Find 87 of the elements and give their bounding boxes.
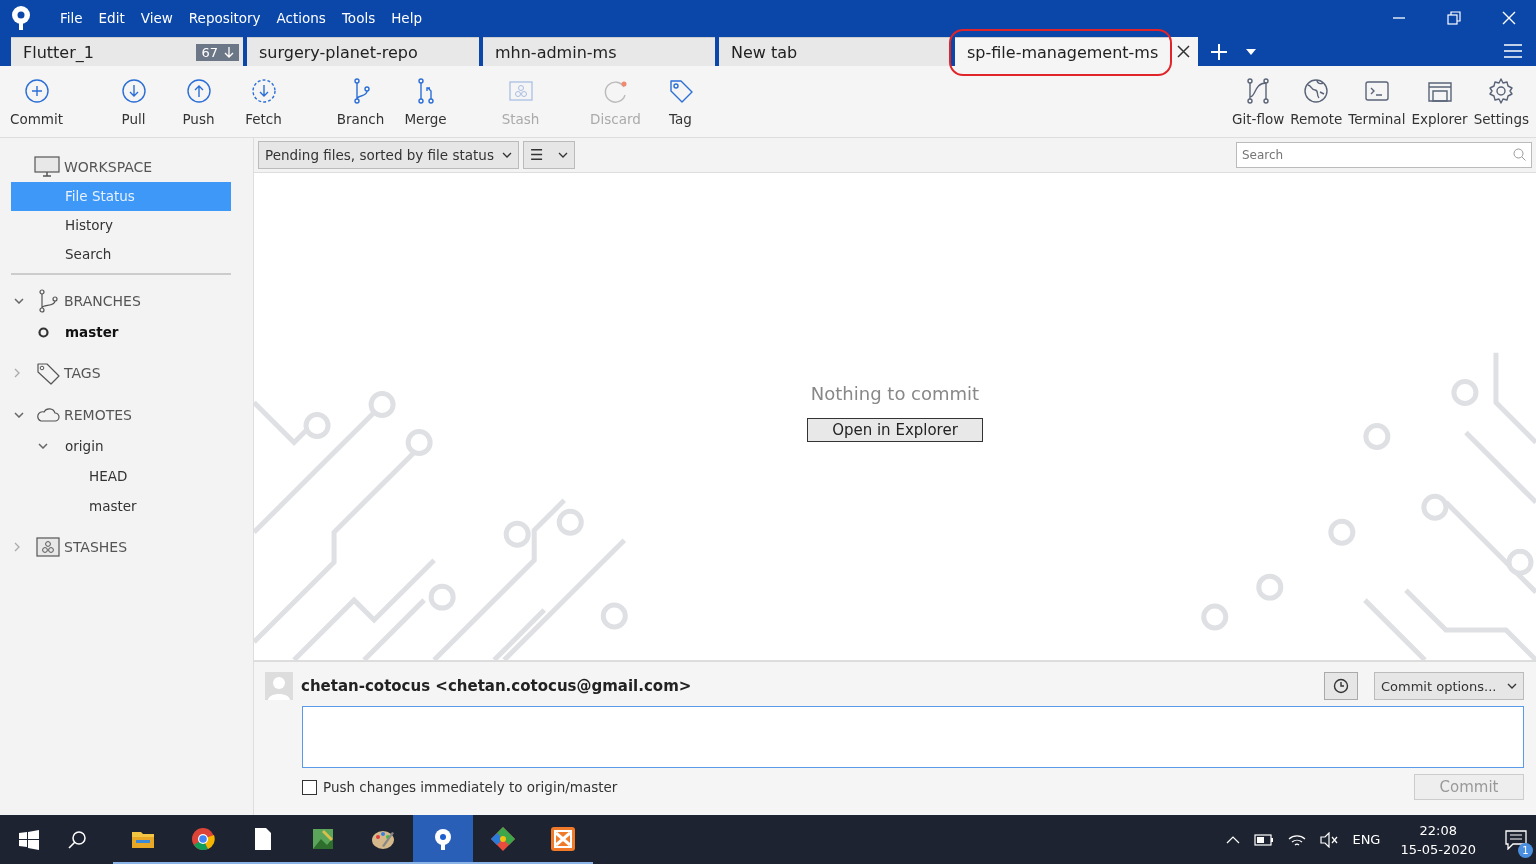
open-in-explorer-button[interactable]: Open in Explorer [807, 418, 983, 442]
toolbar-button[interactable]: Tag [648, 76, 713, 127]
remote-name[interactable]: origin [65, 438, 104, 454]
menu-item[interactable]: View [132, 10, 181, 26]
dropdown-icon [1246, 49, 1257, 55]
chevron-down-icon [1507, 683, 1517, 689]
chevron-down-icon[interactable] [14, 298, 24, 304]
repo-tab[interactable]: mhn-admin-ms [483, 37, 715, 66]
count-badge: 67 [196, 43, 239, 61]
toolbar-button[interactable]: Explorer [1408, 76, 1471, 127]
checkbox[interactable] [302, 779, 317, 795]
toolbar-button[interactable]: Branch [328, 76, 393, 127]
menu-item[interactable]: Edit [90, 10, 133, 26]
menu-item[interactable]: File [52, 10, 91, 26]
server-logo-icon [550, 825, 576, 852]
restore-icon [1447, 11, 1461, 25]
section-title[interactable]: STASHES [64, 539, 128, 555]
windows-start-icon [19, 829, 39, 850]
add-circle-icon [22, 76, 51, 105]
chevron-down-icon[interactable] [38, 443, 48, 449]
toolbar-button[interactable]: Commit [4, 76, 69, 127]
menu-item[interactable]: Help [383, 10, 430, 26]
toolbar-button[interactable]: Merge [393, 76, 458, 127]
clock-icon [1333, 678, 1349, 694]
sort-dropdown[interactable]: Pending files, sorted by file status [258, 141, 519, 169]
tag-icon [36, 361, 62, 385]
branch-icon [36, 289, 60, 313]
notification-count: 1 [1518, 843, 1533, 858]
search-icon [1513, 148, 1526, 161]
section-title[interactable]: REMOTES [64, 407, 132, 423]
section-title[interactable]: BRANCHES [64, 293, 141, 309]
toolbar-button[interactable]: Pull [101, 76, 166, 127]
up-arrow-circle-icon [184, 76, 213, 105]
toolbar-button[interactable]: Terminal [1345, 76, 1409, 127]
branch-name[interactable]: master [65, 324, 119, 340]
menu-icon [1504, 44, 1522, 58]
repo-tab[interactable]: sp-file-management-ms [955, 37, 1169, 66]
monitor-icon [34, 156, 60, 178]
chevron-down-icon [501, 152, 512, 158]
menu-item[interactable]: Repository [180, 10, 269, 26]
close-icon [1502, 11, 1516, 25]
search-field[interactable]: Search [1236, 142, 1532, 168]
history-button[interactable] [1324, 672, 1358, 700]
toolbar-button[interactable]: Push [166, 76, 231, 127]
menu-item[interactable]: Actions [268, 10, 334, 26]
clock-date[interactable]: 15-05-2020 [1400, 839, 1476, 859]
view-dropdown[interactable]: ☰ [522, 141, 575, 169]
stash-box-icon [36, 537, 60, 557]
diamond-logo-icon [490, 825, 516, 852]
chevron-down-icon[interactable] [14, 412, 24, 418]
close-icon [1176, 45, 1190, 58]
down-arrow-circle-icon [119, 76, 148, 105]
remote-branch[interactable]: HEAD [89, 468, 128, 484]
down-arrow-icon [224, 46, 234, 58]
search-icon [67, 829, 87, 850]
avatar-icon [265, 672, 293, 700]
checkbox-label: Push changes immediately to origin/master [323, 779, 618, 795]
muted-speaker-icon [1320, 831, 1339, 848]
repo-tab[interactable]: Flutter_1 67 [11, 37, 243, 66]
toolbar-button[interactable]: Fetch [231, 76, 296, 127]
chevron-up-icon [1226, 835, 1241, 844]
cloud-icon [36, 406, 60, 424]
sidebar-item[interactable]: Search [11, 240, 231, 269]
app-logo-icon [10, 5, 32, 31]
add-tab-icon [1210, 43, 1229, 61]
empty-message: Nothing to commit [810, 383, 980, 404]
battery-icon [1254, 833, 1275, 846]
taskbar-app[interactable] [413, 815, 473, 864]
commit-options-dropdown[interactable]: Commit options... [1374, 672, 1524, 700]
browser-icon [190, 825, 216, 852]
close-tab-button[interactable] [1168, 37, 1199, 66]
section-title[interactable]: TAGS [64, 365, 101, 381]
chevron-down-icon [557, 152, 568, 158]
remote-branch[interactable]: master [89, 498, 137, 514]
toolbar-button[interactable]: Git-flow [1229, 76, 1288, 127]
author-name: chetan-cotocus <chetan.cotocus@gmail.com> [301, 677, 692, 695]
sidebar-item[interactable]: History [11, 211, 231, 240]
commit-message-field[interactable] [302, 706, 1524, 768]
toolbar-button[interactable]: Remote [1287, 76, 1346, 127]
language-indicator[interactable]: ENG [1352, 832, 1381, 847]
menu-item[interactable]: Tools [333, 10, 384, 26]
clock-time[interactable]: 22:08 [1419, 820, 1457, 840]
repo-tab[interactable]: surgery-planet-repo [247, 37, 479, 66]
toolbar-button[interactable]: Settings [1470, 76, 1532, 127]
section-title: WORKSPACE [64, 159, 153, 175]
repo-tab[interactable]: New tab [719, 37, 951, 66]
globe-icon [1302, 76, 1331, 105]
